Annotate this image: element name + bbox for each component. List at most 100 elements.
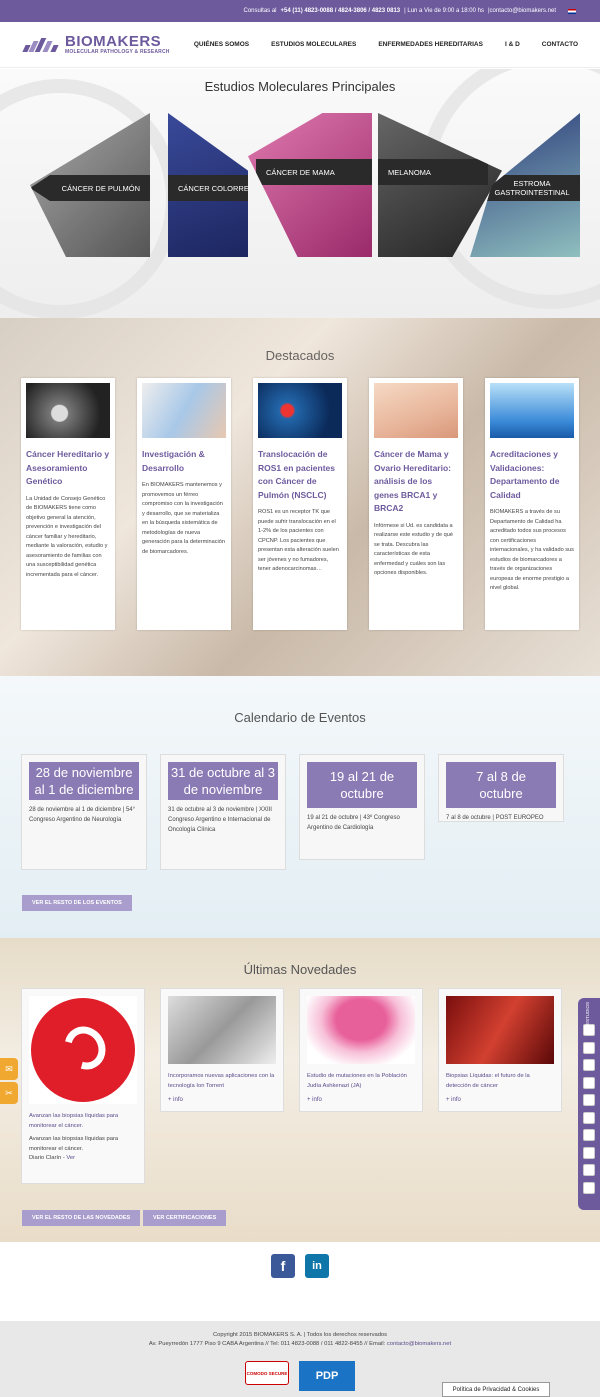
card-title[interactable]: Cáncer de Mama y Ovario Hereditario: aná… <box>374 448 458 516</box>
news-image-clarin-logo <box>29 996 137 1104</box>
office-hours: | Lun a Vie de 9:00 a 18:00 hs <box>404 8 484 14</box>
more-info-link[interactable]: + info <box>446 1097 554 1103</box>
news-card[interactable]: Incorporamos nuevas aplicaciones con la … <box>160 988 284 1112</box>
event-card[interactable]: 7 al 8 de octubre 7 al 8 de octubre | PO… <box>438 754 564 822</box>
card-image <box>142 383 226 438</box>
news-title[interactable]: Estudio de mutaciones en la Población Ju… <box>307 1072 415 1091</box>
estudios-section: Estudios Moleculares Principales CÁNCER … <box>0 69 600 318</box>
card-title[interactable]: Translocación de ROS1 en pacientes con C… <box>258 448 342 502</box>
sidebar-study-icon[interactable] <box>583 1111 595 1124</box>
facebook-icon[interactable]: f <box>271 1254 295 1278</box>
contact-email[interactable]: |contacto@biomakers.net <box>488 8 556 14</box>
card-text: La Unidad de Consejo Genético de BIOMAKE… <box>26 495 108 578</box>
social-links: f in <box>0 1254 600 1278</box>
news-source: Diario Clarín - <box>29 1155 65 1161</box>
menu-quienes-somos[interactable]: QUIÉNES SOMOS <box>194 41 249 48</box>
panel-label: CÁNCER COLORRECTAL <box>168 175 248 201</box>
news-link[interactable]: Ver <box>66 1155 75 1161</box>
pdp-badge[interactable]: PDP <box>299 1361 355 1391</box>
main-navigation: BIOMAKERS MOLECULAR PATHOLOGY & RESEARCH… <box>0 22 600 68</box>
card-ros1[interactable]: Translocación de ROS1 en pacientes con C… <box>253 378 347 630</box>
event-description: 7 al 8 de octubre | POST EUROPEO <box>446 815 544 821</box>
event-date: 7 al 8 de octubre <box>446 762 556 808</box>
event-description: 31 de octubre al 3 de noviembre | XXIII … <box>168 807 272 833</box>
event-card[interactable]: 31 de octubre al 3 de noviembre 31 de oc… <box>160 754 286 870</box>
eventos-title: Calendario de Eventos <box>234 710 366 725</box>
logo-tagline: MOLECULAR PATHOLOGY & RESEARCH <box>65 48 170 55</box>
news-title[interactable]: Biopsias Líquidas: el futuro de la detec… <box>446 1072 554 1091</box>
view-all-news-button[interactable]: VER EL RESTO DE LAS NOVEDADES <box>22 1210 141 1226</box>
card-text: BIOMAKERS a través de su Departamento de… <box>490 509 574 591</box>
sidebar-label: ESTUDIOS <box>585 1002 590 1026</box>
news-image-dna <box>446 996 554 1064</box>
address: Av. Pueyrredón 1777 Piso 9 CABA Argentin… <box>148 1341 386 1347</box>
sidebar-study-icon[interactable] <box>583 1041 595 1054</box>
view-certifications-button[interactable]: VER CERTIFICACIONES <box>143 1210 227 1226</box>
share-icon[interactable]: ✂ <box>0 1082 18 1104</box>
menu-estudios-moleculares[interactable]: ESTUDIOS MOLECULARES <box>271 41 356 48</box>
contact-prefix: Consultas al <box>243 8 277 14</box>
eventos-section: Calendario de Eventos 28 de noviembre al… <box>0 676 600 938</box>
news-image <box>168 996 276 1064</box>
footer-email[interactable]: contacto@biomakers.net <box>387 1341 451 1347</box>
linkedin-icon[interactable]: in <box>305 1254 329 1278</box>
more-info-link[interactable]: + info <box>307 1097 415 1103</box>
news-title[interactable]: Avanzan las biopsias líquidas para monit… <box>29 1112 137 1131</box>
novedades-section: Últimas Novedades Avanzan las biopsias l… <box>0 938 600 1242</box>
panel-cancer-colorrectal[interactable]: CÁNCER COLORRECTAL <box>168 113 248 257</box>
sidebar-study-icon[interactable] <box>583 1181 595 1194</box>
logo-name: BIOMAKERS <box>65 32 162 50</box>
panel-label: CÁNCER DE PULMÓN <box>30 175 150 201</box>
destacados-title: Destacados <box>265 348 335 363</box>
more-info-link[interactable]: + info <box>168 1097 276 1103</box>
news-image-pink-tree <box>307 996 415 1064</box>
estudios-sidebar[interactable]: ESTUDIOS <box>578 998 600 1210</box>
card-title[interactable]: Acreditaciones y Validaciones: Departame… <box>490 448 574 502</box>
panel-label: CÁNCER DE MAMA <box>256 159 372 185</box>
event-date: 19 al 21 de octubre <box>307 762 417 808</box>
news-card[interactable]: Biopsias Líquidas: el futuro de la detec… <box>438 988 562 1112</box>
novedades-title: Últimas Novedades <box>243 962 357 977</box>
privacy-cookies-button[interactable]: Política de Privacidad & Cookies <box>442 1382 550 1397</box>
news-title[interactable]: Incorporamos nuevas aplicaciones con la … <box>168 1072 276 1091</box>
menu: QUIÉNES SOMOS ESTUDIOS MOLECULARES ENFER… <box>194 41 578 48</box>
news-card[interactable]: Avanzan las biopsias líquidas para monit… <box>21 988 145 1184</box>
sidebar-study-icon[interactable] <box>583 1024 595 1036</box>
event-date: 31 de octubre al 3 de noviembre <box>168 762 278 800</box>
comodo-label: COMODO SECURE <box>246 1370 288 1376</box>
card-text: ROS1 es un receptor TK que puede sufrir … <box>258 509 339 572</box>
card-brca[interactable]: Cáncer de Mama y Ovario Hereditario: aná… <box>369 378 463 630</box>
card-investigacion[interactable]: Investigación & Desarrollo En BIOMAKERS … <box>137 378 231 630</box>
news-card[interactable]: Estudio de mutaciones en la Población Ju… <box>299 988 423 1112</box>
card-title[interactable]: Investigación & Desarrollo <box>142 448 226 475</box>
destacados-section: Destacados Cáncer Hereditario y Asesoram… <box>0 318 600 676</box>
event-description: 28 de noviembre al 1 de diciembre | 54° … <box>29 807 136 823</box>
sidebar-study-icon[interactable] <box>583 1094 595 1106</box>
sidebar-study-icon[interactable] <box>583 1146 595 1159</box>
card-image <box>258 383 342 438</box>
menu-i-d[interactable]: I & D <box>505 41 520 48</box>
sidebar-study-icon[interactable] <box>583 1164 595 1176</box>
menu-contacto[interactable]: CONTACTO <box>542 41 578 48</box>
view-all-events-button[interactable]: VER EL RESTO DE LOS EVENTOS <box>22 895 132 911</box>
event-card[interactable]: 28 de noviembre al 1 de diciembre 28 de … <box>21 754 147 870</box>
sidebar-study-icon[interactable] <box>583 1076 595 1089</box>
logo[interactable]: BIOMAKERS MOLECULAR PATHOLOGY & RESEARCH <box>22 32 170 55</box>
event-card[interactable]: 19 al 21 de octubre 19 al 21 de octubre … <box>299 754 425 860</box>
sidebar-study-icon[interactable] <box>583 1129 595 1141</box>
card-image <box>490 383 574 438</box>
contact-phones[interactable]: +54 (11) 4823-0088 / 4824-3806 / 4823 08… <box>281 8 401 14</box>
card-cancer-hereditario[interactable]: Cáncer Hereditario y Asesoramiento Genét… <box>21 378 115 630</box>
news-extra: Avanzan las biopsias líquidas para monit… <box>29 1136 119 1152</box>
menu-enfermedades-hereditarias[interactable]: ENFERMEDADES HEREDITARIAS <box>378 41 483 48</box>
copyright: Copyright 2015 BIOMAKERS S. A. | Todos l… <box>212 1332 388 1338</box>
comodo-secure-badge[interactable]: COMODO SECURE <box>245 1361 289 1385</box>
sidebar-study-icon[interactable] <box>583 1059 595 1071</box>
english-flag-icon[interactable] <box>568 8 576 14</box>
clarin-logo-icon <box>31 998 135 1102</box>
mail-icon[interactable]: ✉ <box>0 1058 18 1080</box>
panel-cancer-mama[interactable]: CÁNCER DE MAMA <box>248 113 372 257</box>
card-acreditaciones[interactable]: Acreditaciones y Validaciones: Departame… <box>485 378 579 630</box>
card-text: En BIOMAKERS mantenemos y promovemos un … <box>142 482 226 555</box>
card-title[interactable]: Cáncer Hereditario y Asesoramiento Genét… <box>26 448 110 489</box>
